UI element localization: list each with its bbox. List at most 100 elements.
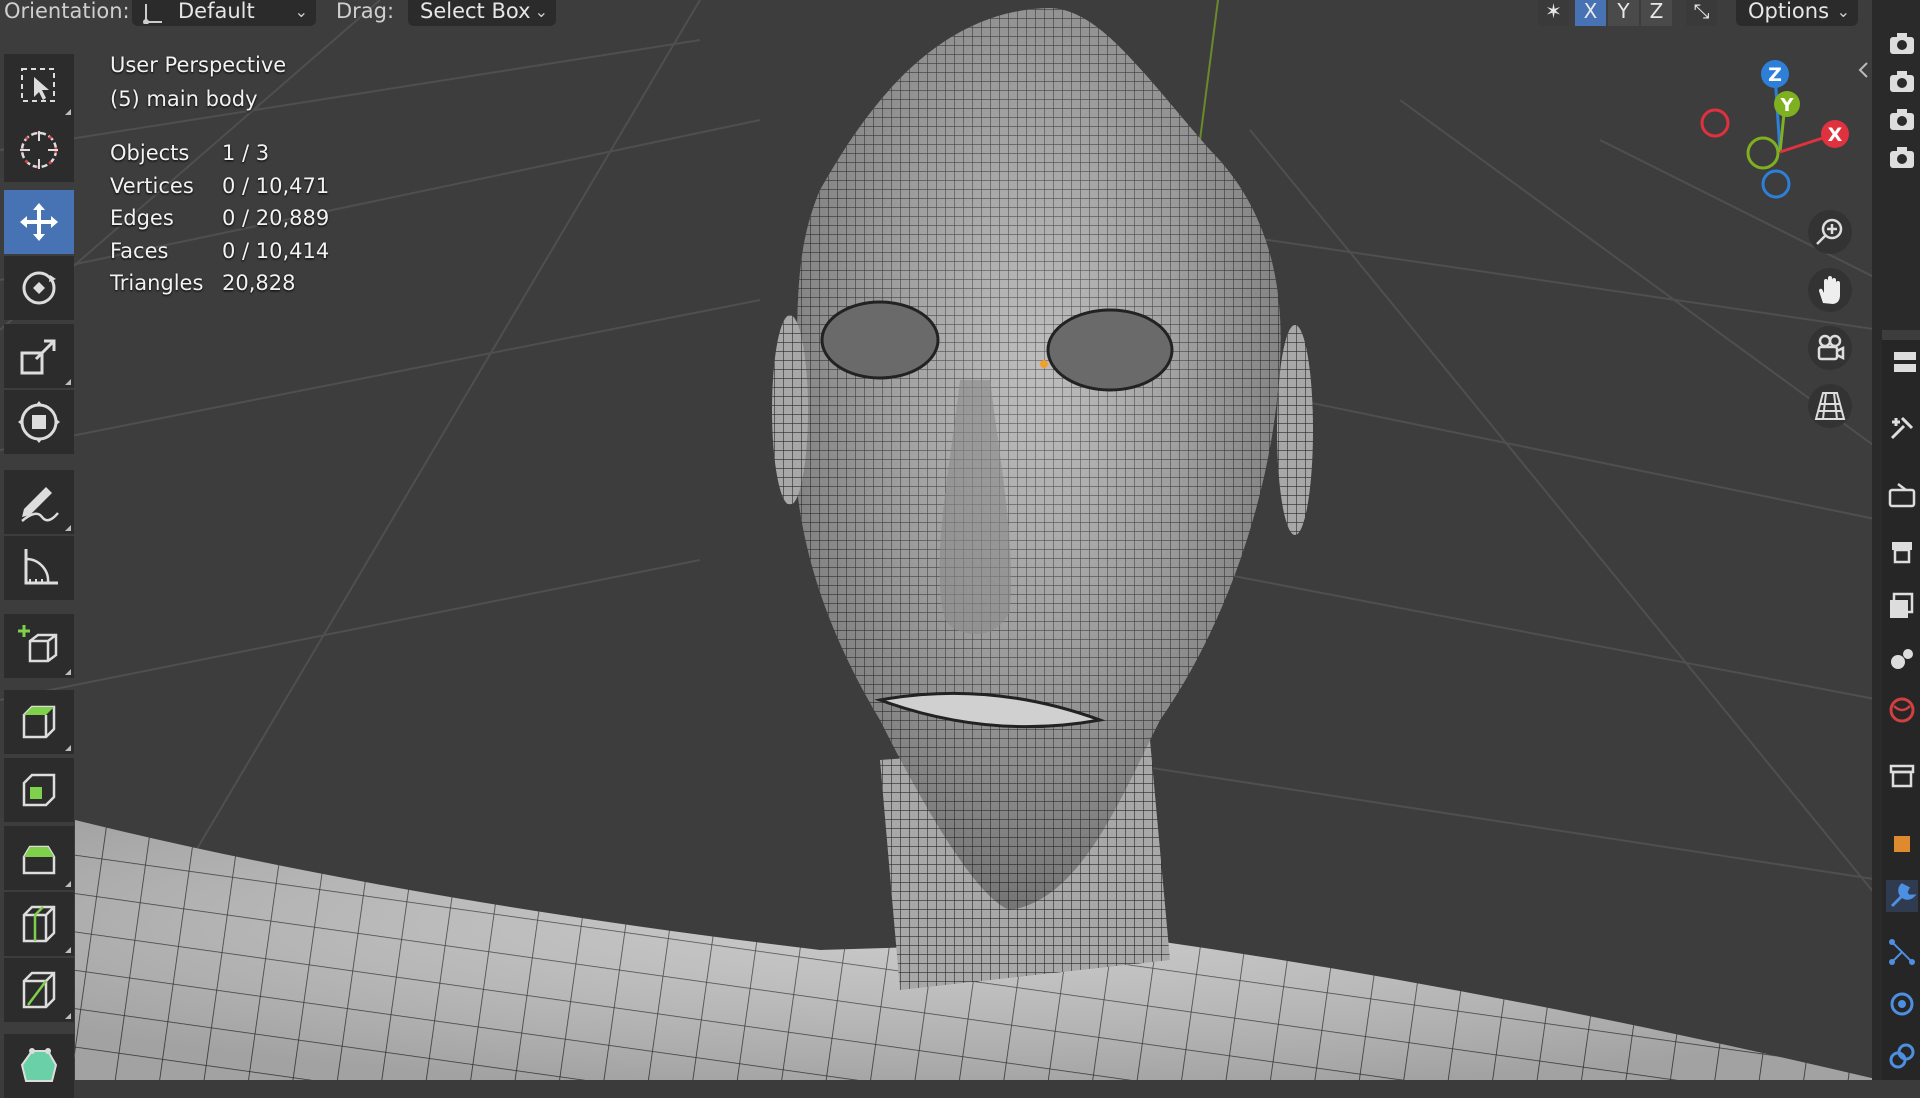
stat-label: Faces: [110, 238, 169, 263]
zoom-icon: [1816, 218, 1843, 245]
stat-label: Edges: [110, 206, 174, 230]
render-camera-icon[interactable]: [1886, 66, 1918, 98]
scene-properties-icon[interactable]: [1886, 642, 1918, 674]
hand-icon: [1819, 276, 1840, 304]
inset-icon: [22, 773, 56, 807]
options-label: Options: [1748, 0, 1830, 23]
measure-icon: [24, 549, 58, 585]
pan-button[interactable]: [1808, 268, 1852, 312]
stat-value: 20,828: [222, 271, 296, 295]
gizmo-neg-z[interactable]: [1761, 169, 1791, 199]
left-ear: [772, 315, 808, 505]
world-properties-icon[interactable]: [1886, 694, 1918, 726]
render-camera-icon[interactable]: [1886, 104, 1918, 136]
stat-value: 0 / 10,414: [222, 238, 330, 263]
perspective-toggle-button[interactable]: [1808, 384, 1852, 428]
tool-properties-icon[interactable]: [1886, 346, 1918, 378]
output-properties-icon[interactable]: [1886, 536, 1918, 568]
drag-value: Select Box: [420, 0, 531, 23]
stat-label: Vertices: [110, 173, 194, 198]
gizmo-x-label: X: [1828, 124, 1843, 146]
render-camera-icon[interactable]: [1886, 142, 1918, 174]
tool-inset[interactable]: [4, 758, 74, 822]
tool-transform[interactable]: [4, 390, 74, 454]
chevron-down-icon: ⌄: [294, 2, 308, 21]
constraints-properties-icon[interactable]: [1886, 1040, 1918, 1072]
left-eye: [820, 300, 940, 380]
rotate-icon: [22, 271, 56, 305]
transform-icon: [18, 401, 60, 443]
render-properties-icon[interactable]: [1886, 480, 1918, 512]
tool-settings-icon[interactable]: [1886, 412, 1918, 444]
select-box-icon: [21, 68, 55, 102]
orientation-dropdown[interactable]: Default ⌄: [132, 0, 316, 26]
tool-add-cube[interactable]: [4, 614, 74, 678]
extrude-icon: [22, 705, 56, 739]
drag-dropdown[interactable]: Select Box ⌄: [408, 0, 556, 26]
orientation-value: Default: [178, 0, 255, 23]
scene-statistics: Objects 1 / 3 Vertices 0 / 10,471 Edges 0 /…: [110, 138, 329, 301]
bevel-icon: [22, 845, 56, 875]
tool-scale[interactable]: [4, 324, 74, 388]
right-eye: [1046, 308, 1174, 392]
render-camera-icon[interactable]: [1886, 28, 1918, 60]
cursor-icon: [20, 131, 58, 169]
stat-row-triangles: Triangles 20,828: [110, 268, 329, 301]
tool-annotate[interactable]: [4, 470, 74, 534]
particles-properties-icon[interactable]: [1886, 936, 1918, 968]
tool-bevel[interactable]: [4, 826, 74, 890]
tool-select-box[interactable]: [4, 54, 74, 118]
view-layer-icon[interactable]: [1886, 590, 1918, 622]
stat-value: 0 / 10,471: [222, 173, 330, 198]
collapse-arrow-icon[interactable]: [1856, 60, 1872, 80]
gizmo-z-label: Z: [1768, 64, 1782, 86]
stat-row-objects: Objects 1 / 3: [110, 138, 329, 171]
zoom-button[interactable]: [1808, 210, 1852, 254]
tool-knife[interactable]: [4, 958, 74, 1022]
tool-cursor[interactable]: [4, 118, 74, 182]
mirror-z-button[interactable]: Z: [1641, 0, 1672, 26]
gizmo-neg-x[interactable]: [1700, 108, 1730, 138]
camera-view-button[interactable]: [1808, 326, 1852, 370]
stat-label: Objects: [110, 141, 190, 165]
tool-measure[interactable]: [4, 536, 74, 600]
tool-loop-cut[interactable]: [4, 892, 74, 956]
move-icon: [20, 203, 58, 241]
camera-icon: [1817, 334, 1845, 361]
collection-properties-icon[interactable]: [1886, 760, 1918, 792]
gizmo-neg-y[interactable]: [1746, 136, 1780, 170]
stat-row-vertices: Vertices 0 / 10,471: [110, 171, 329, 204]
tool-move[interactable]: [4, 190, 74, 254]
scale-icon: [20, 339, 56, 375]
chevron-down-icon: ⌄: [534, 2, 548, 21]
mirror-y-button[interactable]: Y: [1608, 0, 1639, 26]
modifier-properties-icon[interactable]: [1886, 880, 1918, 912]
viewport-header: Orientation: Default ⌄ Drag: Select Box …: [0, 0, 1880, 26]
mirror-butterfly-icon[interactable]: ✶: [1538, 0, 1569, 26]
stat-value: 0 / 20,889: [222, 206, 330, 230]
poly-build-icon: [20, 1048, 58, 1082]
stat-row-faces: Faces 0 / 10,414: [110, 236, 329, 269]
object-properties-icon[interactable]: [1886, 828, 1918, 860]
orientation-icon: [143, 4, 162, 24]
knife-icon: [22, 971, 56, 1009]
object-name: (5) main body: [110, 87, 258, 111]
mirror-x-button[interactable]: X: [1575, 0, 1606, 26]
stat-row-edges: Edges 0 / 20,889: [110, 203, 329, 236]
gizmo-y-label: Y: [1779, 95, 1794, 116]
navigation-gizmo[interactable]: Z Y X: [1690, 52, 1870, 212]
physics-properties-icon[interactable]: [1886, 988, 1918, 1020]
view-name: User Perspective: [110, 53, 287, 77]
add-cube-icon: [18, 625, 58, 663]
tool-extrude[interactable]: [4, 690, 74, 754]
tool-rotate[interactable]: [4, 256, 74, 320]
chevron-down-icon: ⌄: [1836, 2, 1850, 21]
options-dropdown[interactable]: Options ⌄: [1736, 0, 1858, 26]
snap-icon[interactable]: ⤡: [1686, 0, 1717, 26]
tool-poly-build[interactable]: [4, 1034, 74, 1098]
stat-value: 1 / 3: [222, 141, 270, 165]
right-ear: [1277, 325, 1313, 535]
grid-perspective-icon: [1814, 392, 1846, 420]
loop-cut-icon: [22, 905, 56, 943]
orientation-label: Orientation:: [4, 0, 130, 23]
